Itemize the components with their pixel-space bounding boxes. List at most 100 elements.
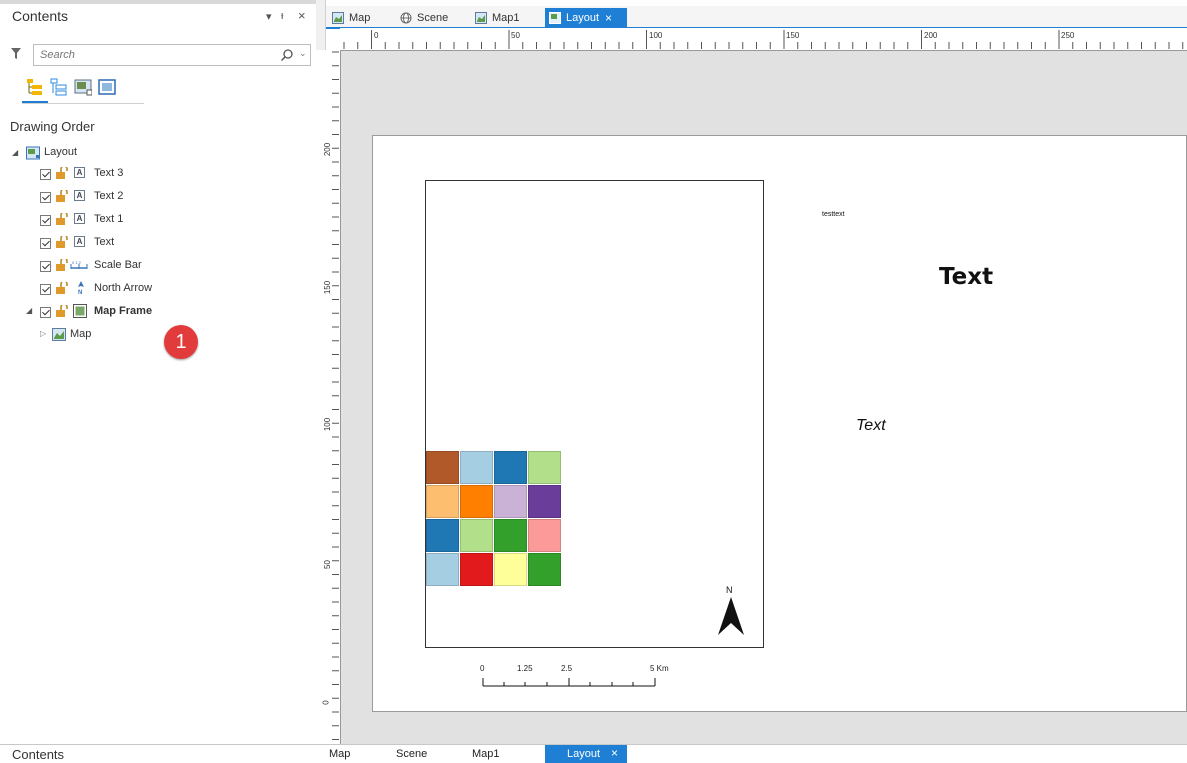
tab-layout[interactable]: Layout × bbox=[545, 8, 627, 28]
drawing-order-heading: Drawing Order bbox=[10, 119, 95, 134]
map-icon bbox=[52, 328, 66, 341]
grid-cell bbox=[426, 553, 459, 586]
text-element-large[interactable]: Text bbox=[939, 264, 993, 290]
scale-bar-icon: 0 1 2 bbox=[70, 260, 88, 269]
map-frame-view-icon[interactable] bbox=[98, 78, 116, 96]
grid-cell bbox=[528, 451, 561, 484]
close-tab-button[interactable]: × bbox=[605, 11, 612, 25]
tree-item-label: Text 3 bbox=[94, 167, 124, 179]
bottom-tab-scene[interactable]: Scene bbox=[396, 748, 427, 760]
search-input[interactable] bbox=[34, 46, 280, 64]
grid-cell bbox=[494, 553, 527, 586]
text-element-small[interactable]: testtext bbox=[822, 211, 845, 218]
tab-strip: Map Scene Map1 Layout × bbox=[326, 6, 1187, 29]
tree-item-text[interactable]: A Text bbox=[40, 236, 114, 254]
bottom-tab-layout[interactable]: Layout × bbox=[545, 745, 627, 763]
scale-label: 5 Km bbox=[650, 664, 669, 673]
scale-bar-element[interactable]: 0 1.25 2.5 5 Km bbox=[475, 660, 695, 690]
tab-map1[interactable]: Map1 bbox=[471, 8, 520, 28]
visibility-checkbox[interactable] bbox=[40, 215, 51, 226]
grid-cell bbox=[460, 519, 493, 552]
grid-cell bbox=[528, 485, 561, 518]
raster-grid bbox=[426, 451, 562, 587]
close-pane-button[interactable]: × bbox=[298, 8, 306, 23]
tree-item-label: Scale Bar bbox=[94, 259, 142, 271]
text-element-icon: A bbox=[74, 190, 85, 201]
ruler-label: 100 bbox=[323, 417, 333, 432]
scale-bar-ticks bbox=[482, 678, 656, 687]
pane-options-button[interactable]: ▾ bbox=[266, 10, 272, 23]
ruler-label: 200 bbox=[924, 31, 938, 40]
drawing-order-view-icon[interactable] bbox=[26, 78, 44, 96]
visibility-checkbox[interactable] bbox=[40, 192, 51, 203]
lock-icon[interactable] bbox=[56, 190, 69, 202]
expand-map-icon[interactable]: ▷ bbox=[40, 329, 46, 338]
visibility-checkbox[interactable] bbox=[40, 307, 51, 318]
filter-icon[interactable] bbox=[11, 48, 21, 60]
grid-cell bbox=[494, 485, 527, 518]
callout-badge: 1 bbox=[164, 325, 198, 359]
pin-icon[interactable]: ᵼ bbox=[281, 10, 283, 22]
search-icon[interactable] bbox=[281, 49, 293, 61]
grid-cell bbox=[426, 485, 459, 518]
tree-item-label: Map Frame bbox=[94, 305, 153, 317]
grid-cell bbox=[460, 485, 493, 518]
ruler-label: 150 bbox=[786, 31, 800, 40]
north-arrow-icon[interactable] bbox=[718, 597, 744, 635]
tree-item-label: Text bbox=[94, 236, 115, 248]
search-field[interactable]: ⌄ bbox=[33, 44, 311, 66]
tree-item-scale-bar[interactable]: 0 1 2 Scale Bar bbox=[40, 259, 142, 277]
ruler-label: 50 bbox=[511, 31, 520, 40]
grid-cell bbox=[460, 451, 493, 484]
tree-item-text3[interactable]: A Text 3 bbox=[40, 167, 123, 185]
collapse-map-frame-icon[interactable]: ◢ bbox=[26, 306, 32, 315]
bottom-tab-map1[interactable]: Map1 bbox=[472, 748, 500, 760]
tab-map[interactable]: Map bbox=[328, 8, 370, 28]
lock-icon[interactable] bbox=[56, 259, 69, 271]
scale-label: 0 bbox=[480, 664, 485, 673]
contents-pane: Contents ▾ ᵼ × ⌄ Drawing Order ◢ Layout … bbox=[0, 0, 317, 744]
layout-view-icon[interactable] bbox=[74, 78, 92, 96]
grid-cell bbox=[528, 519, 561, 552]
lock-icon[interactable] bbox=[56, 305, 69, 317]
scale-label: 1.25 bbox=[517, 664, 533, 673]
bottom-contents-title: Contents bbox=[12, 747, 65, 762]
text-element-italic[interactable]: Text bbox=[856, 417, 886, 435]
ruler-label: 100 bbox=[649, 31, 663, 40]
map-tab-icon bbox=[332, 12, 344, 24]
visibility-checkbox[interactable] bbox=[40, 238, 51, 249]
layout-node-icon bbox=[26, 146, 40, 160]
tab-label: Map1 bbox=[492, 12, 520, 24]
contents-title: Contents bbox=[12, 8, 69, 24]
bottom-tab-map[interactable]: Map bbox=[329, 748, 350, 760]
lock-icon[interactable] bbox=[56, 213, 69, 225]
svg-text:N: N bbox=[78, 290, 82, 295]
visibility-checkbox[interactable] bbox=[40, 169, 51, 180]
ruler-label: 50 bbox=[322, 560, 332, 569]
tree-item-map-frame[interactable]: ◢ Map Frame bbox=[26, 304, 152, 323]
tree-item-label: Text 2 bbox=[94, 190, 124, 202]
tab-scene[interactable]: Scene bbox=[396, 8, 448, 28]
visibility-checkbox[interactable] bbox=[40, 284, 51, 295]
lock-icon[interactable] bbox=[56, 282, 69, 294]
grid-cell bbox=[494, 451, 527, 484]
ruler-label: 200 bbox=[323, 142, 333, 157]
tree-item-north-arrow[interactable]: N North Arrow bbox=[40, 281, 152, 300]
visibility-checkbox[interactable] bbox=[40, 261, 51, 272]
tree-item-text2[interactable]: A Text 2 bbox=[40, 190, 123, 208]
grid-cell bbox=[426, 451, 459, 484]
tree-item-text1[interactable]: A Text 1 bbox=[40, 213, 123, 231]
lock-icon[interactable] bbox=[56, 236, 69, 248]
collapse-layout-icon[interactable]: ◢ bbox=[12, 148, 18, 157]
map-frame-element[interactable]: N bbox=[425, 180, 764, 648]
text-element-icon: A bbox=[74, 236, 85, 247]
search-dropdown-icon[interactable]: ⌄ bbox=[299, 48, 307, 59]
map-tab-icon bbox=[475, 12, 487, 24]
tree-layout-label[interactable]: Layout bbox=[44, 146, 77, 158]
tab-label: Map bbox=[349, 12, 371, 24]
pane-top-border bbox=[0, 0, 316, 4]
ruler-label: 0 bbox=[374, 31, 379, 40]
lock-icon[interactable] bbox=[56, 167, 69, 179]
selection-view-icon[interactable] bbox=[50, 78, 68, 96]
close-tab-button[interactable]: × bbox=[611, 746, 618, 760]
